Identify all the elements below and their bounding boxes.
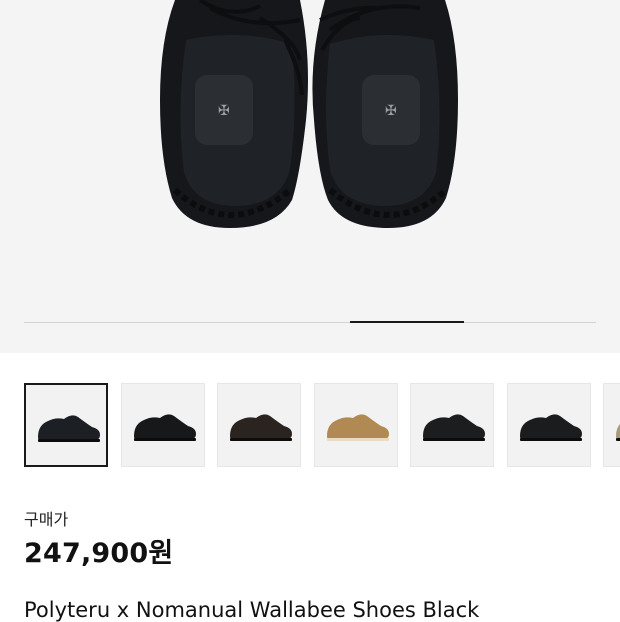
product-price: 247,900원 [24, 538, 174, 569]
svg-text:✠: ✠ [218, 103, 230, 119]
shoe-pair-image: ✠ ✠ [160, 0, 458, 228]
shoe-thumb-icon [616, 424, 620, 441]
thumbnail-1[interactable] [24, 383, 108, 467]
thumbnail-strip[interactable] [0, 383, 620, 469]
shoe-thumb-icon [519, 414, 582, 441]
product-title: Polyteru x Nomanual Wallabee Shoes Black [24, 598, 480, 622]
thumbnail-5[interactable] [410, 383, 494, 467]
left-shoe: ✠ [160, 0, 308, 228]
shoe-thumb-icon [230, 414, 292, 441]
shoe-thumb-icon [423, 414, 485, 441]
shoe-thumb-icon [326, 414, 389, 441]
shoe-thumb-icon [38, 415, 100, 442]
gallery-progress-indicator [350, 321, 465, 323]
thumbnail-6[interactable] [506, 383, 591, 467]
thumbnail-7[interactable] [603, 383, 620, 467]
product-hero-image[interactable]: ✠ ✠ [0, 0, 620, 353]
thumbnail-4[interactable] [313, 383, 398, 467]
svg-text:✠: ✠ [385, 103, 397, 119]
thumbnail-2[interactable] [120, 383, 205, 467]
gallery-progress-bar [24, 321, 596, 323]
thumbnail-3[interactable] [217, 383, 301, 467]
price-label: 구매가 [24, 510, 69, 529]
right-shoe: ✠ [312, 0, 458, 228]
shoe-thumb-icon [133, 414, 196, 441]
